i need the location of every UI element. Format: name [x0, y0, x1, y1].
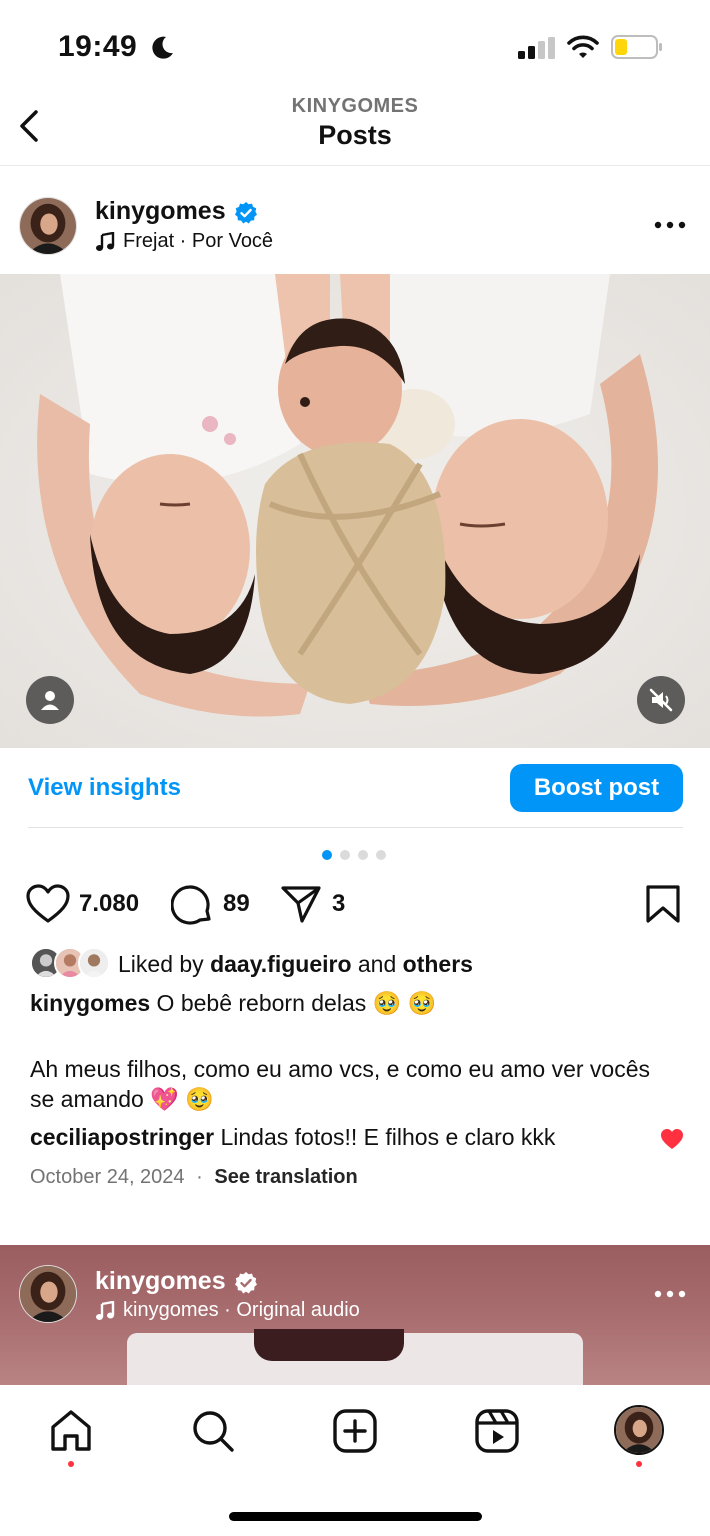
bottom-tab-bar — [0, 1385, 710, 1536]
comment-icon[interactable] — [171, 884, 213, 926]
post-image[interactable] — [0, 274, 710, 748]
post-audio[interactable]: Frejat · Por Você — [95, 230, 273, 253]
verified-icon — [235, 1272, 257, 1294]
carousel-dot-active — [322, 850, 332, 860]
comment-username[interactable]: ceciliapostringer — [30, 1124, 214, 1150]
verified-icon — [235, 202, 257, 224]
create-icon[interactable] — [331, 1407, 379, 1455]
wifi-icon — [567, 35, 599, 58]
user-tag-button[interactable] — [26, 676, 74, 724]
status-bar: 19:49 — [0, 0, 710, 90]
post-header: kinygomes Frejat · Por Você — [0, 183, 710, 273]
mute-button[interactable] — [637, 676, 685, 724]
music-note-icon — [96, 231, 115, 251]
reels-icon[interactable] — [473, 1407, 521, 1455]
next-post-preview[interactable]: kinygomes kinygomes · Original audio — [0, 1245, 710, 1385]
signal-icon — [518, 37, 555, 59]
more-icon[interactable] — [654, 1290, 686, 1298]
date-separator: · — [196, 1166, 203, 1188]
carousel-dot — [376, 850, 386, 860]
top-header: KINYGOMES Posts — [0, 90, 710, 166]
home-icon[interactable] — [47, 1407, 95, 1455]
header-username: KINYGOMES — [291, 95, 419, 117]
post-actions: 7.080 89 3 — [0, 882, 710, 928]
page-title: Posts — [318, 120, 392, 150]
caption-line-2: Ah meus filhos, como eu amo vcs, e como … — [30, 1056, 650, 1112]
profile-notification-dot — [636, 1461, 642, 1467]
post-username[interactable]: kinygomes — [95, 197, 226, 226]
caption-username[interactable]: kinygomes — [30, 990, 150, 1016]
caption-text: O bebê reborn delas 🥹 🥹 — [156, 990, 437, 1016]
liked-by-others[interactable]: others — [403, 951, 473, 977]
post-date-row: October 24, 2024 · See translation — [30, 1166, 358, 1189]
next-post-audio[interactable]: kinygomes · Original audio — [95, 1299, 360, 1322]
next-post-username[interactable]: kinygomes — [95, 1267, 226, 1296]
home-notification-dot — [68, 1461, 74, 1467]
liked-by-text: Liked by daay.figueiro and others — [118, 951, 473, 978]
post-date: October 24, 2024 — [30, 1166, 185, 1188]
bookmark-icon[interactable] — [644, 884, 682, 924]
music-note-icon — [96, 1300, 115, 1320]
post-avatar[interactable] — [19, 197, 77, 255]
profile-avatar[interactable] — [614, 1405, 664, 1455]
search-icon[interactable] — [189, 1407, 237, 1455]
heart-icon[interactable] — [26, 884, 70, 924]
next-post-avatar[interactable] — [19, 1265, 77, 1323]
status-time: 19:49 — [58, 30, 138, 63]
post-photo-illustration — [0, 274, 710, 748]
comment-liked-heart-icon[interactable] — [660, 1128, 684, 1150]
caption-line-1: kinygomes O bebê reborn delas 🥹 🥹 — [30, 988, 680, 1018]
comment-text: Lindas fotos!! E filhos e claro kkk — [220, 1124, 556, 1150]
moon-icon — [152, 36, 173, 59]
more-icon[interactable] — [654, 221, 686, 229]
liked-by-and: and — [357, 950, 397, 977]
carousel-indicator — [322, 850, 386, 860]
liked-by-avatars — [30, 947, 112, 981]
carousel-dot — [358, 850, 368, 860]
comment-preview[interactable]: ceciliapostringer Lindas fotos!! E filho… — [30, 1124, 690, 1151]
liked-by-row[interactable]: Liked by daay.figueiro and others — [30, 947, 473, 981]
comments-count[interactable]: 89 — [223, 890, 250, 918]
see-translation-link[interactable]: See translation — [214, 1166, 357, 1188]
mute-icon — [649, 688, 673, 712]
liked-by-prefix: Liked by — [118, 950, 204, 977]
share-icon[interactable] — [280, 884, 322, 924]
liker-avatar — [78, 947, 110, 979]
likes-count[interactable]: 7.080 — [79, 890, 139, 918]
carousel-dot — [340, 850, 350, 860]
shares-count[interactable]: 3 — [332, 890, 345, 918]
insights-row: View insights Boost post — [28, 764, 683, 828]
liked-by-username[interactable]: daay.figueiro — [210, 951, 351, 977]
next-post-graphic — [254, 1329, 404, 1361]
battery-icon — [611, 35, 662, 59]
view-insights-link[interactable]: View insights — [28, 774, 181, 802]
boost-post-button[interactable]: Boost post — [510, 764, 683, 812]
user-tag-icon — [41, 691, 59, 710]
home-indicator — [229, 1512, 482, 1521]
next-post-audio-label: kinygomes · Original audio — [123, 1299, 360, 1321]
post-audio-label: Frejat · Por Você — [123, 230, 274, 252]
